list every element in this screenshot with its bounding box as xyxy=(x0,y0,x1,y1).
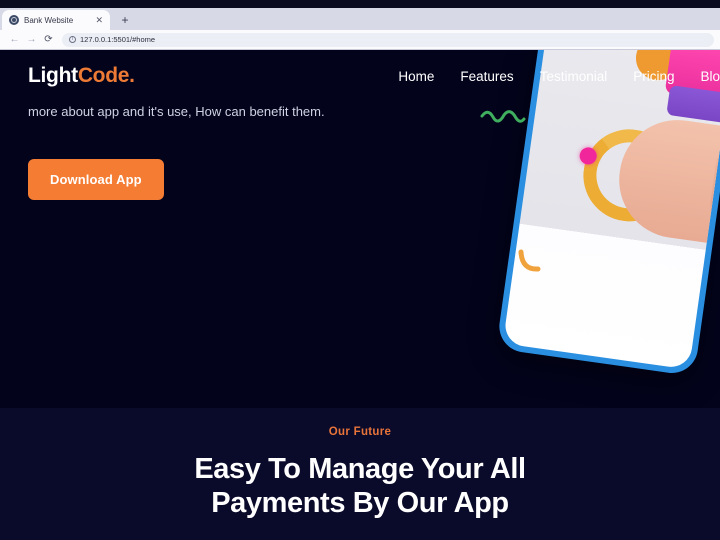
reload-icon[interactable]: ⟳ xyxy=(40,32,57,48)
close-icon[interactable]: ✕ xyxy=(95,15,103,25)
page-viewport: LightCode. Home Features Testimonial Pri… xyxy=(0,50,720,540)
browser-toolbar: ← → ⟳ i 127.0.0.1:5501/#home xyxy=(0,30,720,50)
address-bar[interactable]: i 127.0.0.1:5501/#home xyxy=(62,32,714,47)
section-heading-line2: Payments By Our App xyxy=(211,487,509,520)
main-navigation: Home Features Testimonial Pricing Blo xyxy=(398,69,720,84)
globe-icon xyxy=(9,15,19,25)
hero-section: LightCode. Home Features Testimonial Pri… xyxy=(0,50,720,408)
logo-text-primary: Light xyxy=(28,64,78,87)
section-heading: Easy To Manage Your All Payments By Our … xyxy=(0,452,720,520)
back-icon[interactable]: ← xyxy=(6,32,23,48)
orange-arc-icon xyxy=(518,249,541,272)
hero-paragraph: more about app and it's use, How can ben… xyxy=(28,104,325,119)
browser-window: Bank Website ✕ + ← → ⟳ i 127.0.0.1:5501/… xyxy=(0,0,720,540)
nav-item-pricing[interactable]: Pricing xyxy=(633,69,674,84)
download-app-button[interactable]: Download App xyxy=(28,159,164,201)
url-text: 127.0.0.1:5501/#home xyxy=(80,35,156,44)
tab-title: Bank Website xyxy=(24,15,74,25)
browser-tab-bar: Bank Website ✕ + xyxy=(0,8,720,30)
nav-item-blog[interactable]: Blo xyxy=(700,69,720,84)
site-header: LightCode. Home Features Testimonial Pri… xyxy=(0,50,720,102)
nav-item-testimonial[interactable]: Testimonial xyxy=(540,69,608,84)
site-info-icon[interactable]: i xyxy=(69,36,76,43)
future-section: Our Future Easy To Manage Your All Payme… xyxy=(0,408,720,540)
section-eyebrow: Our Future xyxy=(328,426,392,438)
site-logo[interactable]: LightCode. xyxy=(28,64,135,88)
forward-icon[interactable]: → xyxy=(23,32,40,48)
hero-content: more about app and it's use, How can ben… xyxy=(0,102,720,201)
new-tab-button[interactable]: + xyxy=(114,10,136,30)
section-heading-line1: Easy To Manage Your All xyxy=(194,453,526,485)
window-title-strip xyxy=(0,0,720,8)
browser-tab[interactable]: Bank Website ✕ xyxy=(2,10,110,30)
nav-item-home[interactable]: Home xyxy=(398,69,434,84)
logo-text-accent: Code. xyxy=(77,64,135,87)
nav-item-features[interactable]: Features xyxy=(460,69,513,84)
